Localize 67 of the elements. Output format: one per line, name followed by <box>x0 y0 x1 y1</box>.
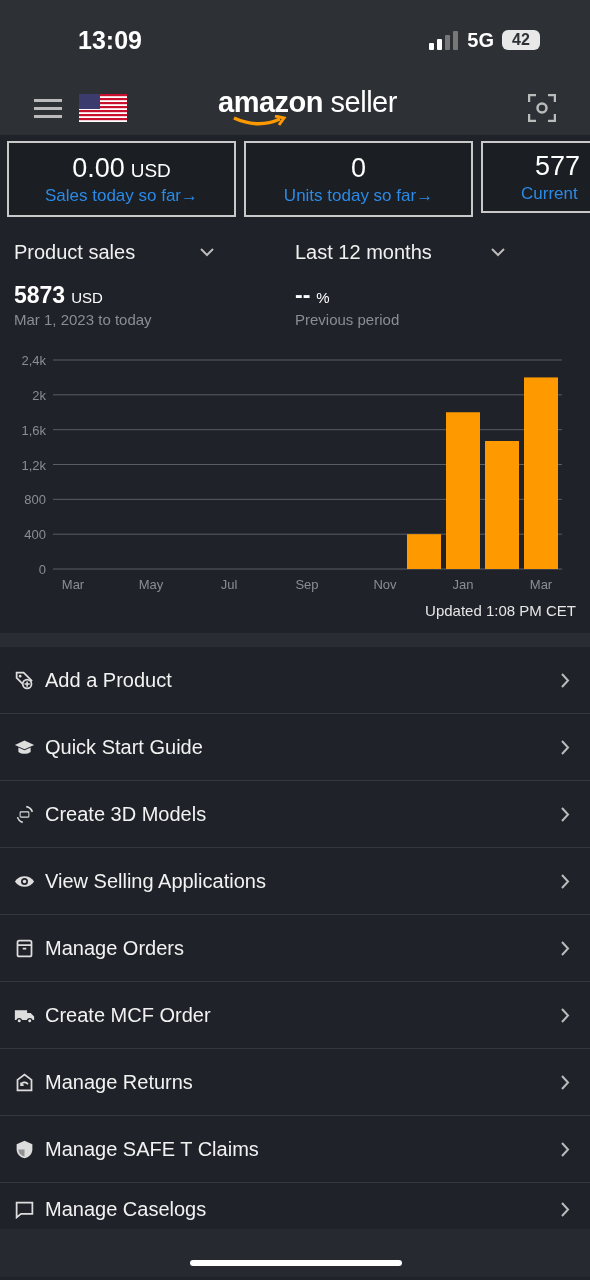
chevron-right-icon <box>561 1074 570 1090</box>
x-axis-label: Nov <box>373 577 397 592</box>
metric-value: 0.00 <box>72 152 125 184</box>
chevron-right-icon <box>561 940 570 956</box>
menu-item[interactable]: Manage Caselogs <box>0 1183 590 1229</box>
change-value: -- <box>295 282 311 309</box>
unit-label: USD <box>71 289 103 306</box>
network-label: 5G <box>467 28 494 52</box>
x-axis-label: Mar <box>61 577 85 592</box>
chevron-right-icon <box>561 1201 570 1217</box>
y-axis-label: 2,4k <box>21 353 46 368</box>
y-axis-label: 0 <box>38 562 46 577</box>
chevron-right-icon <box>561 739 570 755</box>
signal-icon <box>429 30 460 50</box>
menu-item[interactable]: Manage Returns <box>0 1049 590 1116</box>
rotate-icon <box>14 803 35 825</box>
unit-label: % <box>316 289 330 306</box>
tag-icon <box>14 669 35 691</box>
metric-card[interactable]: 577 Current <box>481 141 590 213</box>
box-icon <box>14 937 35 959</box>
chevron-right-icon <box>561 1141 570 1157</box>
dropdown[interactable]: Last 12 months <box>295 241 505 264</box>
sales-bar <box>407 534 441 569</box>
chevron-right-icon <box>561 873 570 889</box>
metric-link[interactable]: Sales today so far→ <box>44 185 199 206</box>
y-axis-label: 1,6k <box>21 422 46 438</box>
caption: Mar 1, 2023 to today <box>14 311 153 328</box>
menu-item[interactable]: Create MCF Order <box>0 982 590 1049</box>
menu-item[interactable]: Manage SAFE T Claims <box>0 1116 590 1183</box>
y-axis-label: 2k <box>32 387 46 403</box>
scan-icon[interactable] <box>528 93 556 122</box>
status-time: 13:09 <box>78 25 143 55</box>
metric-link[interactable]: Current <box>521 183 578 204</box>
x-axis-label: Jan <box>452 577 474 592</box>
x-axis-label: Jul <box>220 577 238 592</box>
metric-link[interactable]: Units today so far→ <box>283 185 434 206</box>
y-axis-label: 800 <box>24 492 46 508</box>
dropdown[interactable]: Product sales <box>14 241 214 264</box>
metric-value: 577 <box>535 150 581 182</box>
shield-icon <box>14 1138 35 1160</box>
chevron-down-icon <box>200 248 214 257</box>
metric-card[interactable]: 0.00 USD Sales today so far→ <box>7 141 236 217</box>
x-axis-label: Mar <box>529 577 553 592</box>
x-axis-label: May <box>138 577 164 592</box>
return-box-icon <box>14 1071 35 1093</box>
updated-time: Updated 1:08 PM CET <box>424 602 577 619</box>
chevron-right-icon <box>561 672 570 688</box>
app-logo: amazon seller <box>218 86 397 129</box>
menu-icon[interactable] <box>34 97 62 118</box>
menu-item[interactable]: View Selling Applications <box>0 848 590 915</box>
menu-item[interactable]: Create 3D Models <box>0 781 590 848</box>
y-axis-label: 1,2k <box>21 457 46 473</box>
chevron-right-icon <box>561 1007 570 1023</box>
battery-indicator: 42 <box>502 30 540 50</box>
metric-card[interactable]: 0 Units today so far→ <box>244 141 473 217</box>
caption: Previous period <box>295 311 401 328</box>
menu-item[interactable]: Manage Orders <box>0 915 590 982</box>
x-axis-label: Sep <box>295 577 319 592</box>
chevron-right-icon <box>561 806 570 822</box>
chevron-down-icon <box>491 248 505 257</box>
metric-unit: USD <box>130 159 171 182</box>
menu-item[interactable]: Add a Product <box>0 647 590 714</box>
y-axis-label: 400 <box>24 527 46 543</box>
menu-item[interactable]: Quick Start Guide <box>0 714 590 781</box>
metric-value: 0 <box>351 152 366 184</box>
total-value: 5873 <box>14 282 66 309</box>
flag-icon[interactable] <box>79 93 127 122</box>
